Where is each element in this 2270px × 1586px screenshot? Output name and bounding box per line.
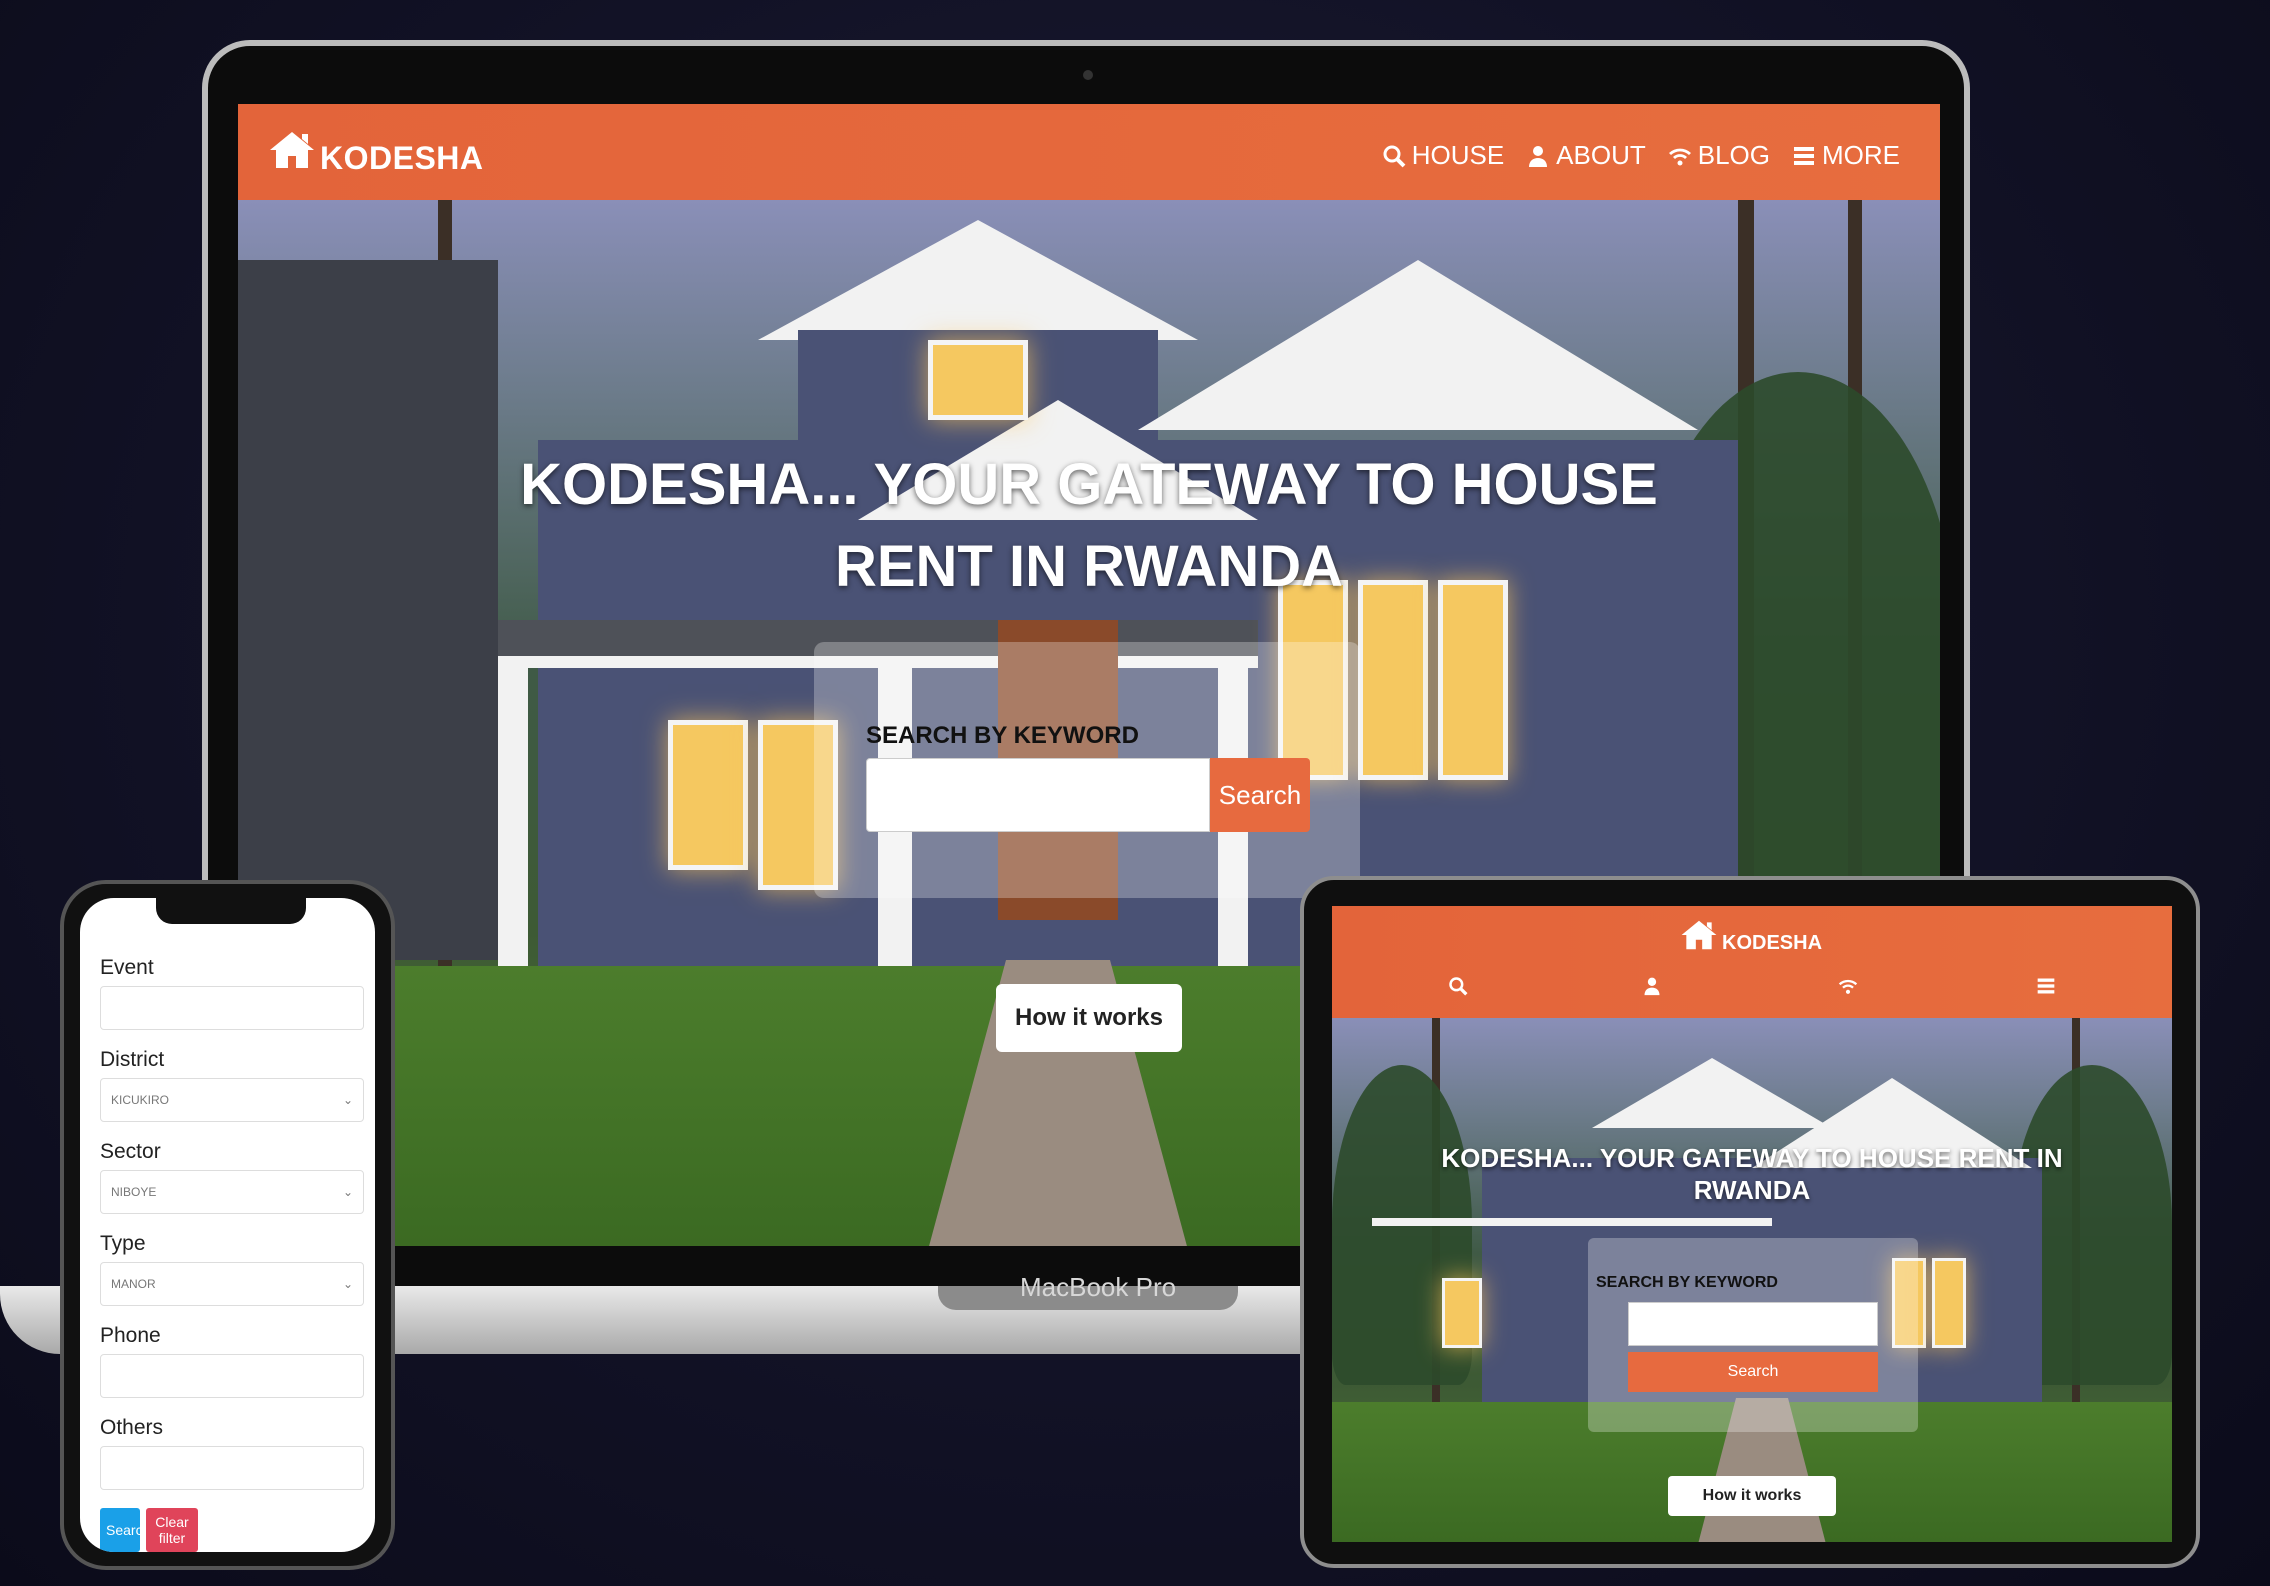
form-buttons: Search Clear filter <box>100 1508 364 1552</box>
logo-text: KODESHA <box>320 140 484 176</box>
district-select[interactable]: KICUKIRO ⌄ <box>100 1078 364 1122</box>
sector-select[interactable]: NIBOYE ⌄ <box>100 1170 364 1214</box>
district-label: District <box>100 1048 165 1071</box>
search-icon <box>1383 145 1406 167</box>
phone-field[interactable] <box>100 1354 364 1398</box>
laptop-brand-label: MacBook Pro <box>1020 1272 1177 1302</box>
tablet-navbar: KODESHA <box>1332 906 2172 1018</box>
camera-dot <box>1083 70 1093 80</box>
wifi-icon <box>1668 148 1691 165</box>
clear-filter-button[interactable]: Clear filter <box>146 1508 198 1552</box>
site-logo[interactable]: KODESHA <box>268 126 484 174</box>
tablet-search-input[interactable] <box>1628 1302 1878 1346</box>
nav-about[interactable]: ABOUT <box>1526 140 1646 171</box>
tablet-screen: KODESHA KODESHA... YOUR GATEWAY TO HOUSE… <box>1332 906 2172 1542</box>
search-label: SEARCH BY KEYWORD <box>866 722 1139 749</box>
search-panel: SEARCH BY KEYWORD Search <box>814 642 1360 898</box>
chevron-down-icon: ⌄ <box>342 1277 353 1291</box>
wifi-icon[interactable] <box>1838 976 1858 996</box>
nav-house[interactable]: HOUSE <box>1382 140 1504 171</box>
tablet-search-panel: SEARCH BY KEYWORD Search <box>1588 1238 1918 1432</box>
sector-label: Sector <box>100 1140 161 1163</box>
filter-form: Event District KICUKIRO ⌄ Sector NIBOYE ⌄ … <box>100 938 364 1552</box>
chevron-down-icon: ⌄ <box>342 1093 353 1107</box>
navbar: KODESHA HOUSE ABOUT BLOG MORE <box>238 104 1940 200</box>
type-label: Type <box>100 1232 146 1255</box>
how-it-works-button[interactable]: How it works <box>996 984 1182 1052</box>
chevron-down-icon: ⌄ <box>342 1185 353 1199</box>
event-field[interactable] <box>100 986 364 1030</box>
nav-blog[interactable]: BLOG <box>1668 140 1770 171</box>
nav-blog-label: BLOG <box>1697 140 1770 170</box>
nav-house-label: HOUSE <box>1411 140 1505 170</box>
event-label: Event <box>100 956 154 979</box>
search-input[interactable] <box>866 758 1210 832</box>
search-button[interactable]: Search <box>1210 758 1310 832</box>
phone-screen: Event District KICUKIRO ⌄ Sector NIBOYE ⌄ … <box>80 898 375 1552</box>
tablet-logo[interactable]: KODESHA <box>1680 916 1822 954</box>
tablet-frame: KODESHA KODESHA... YOUR GATEWAY TO HOUSE… <box>1300 876 2200 1568</box>
main-nav: HOUSE ABOUT BLOG MORE <box>1382 140 1900 171</box>
hero-title: KODESHA... YOUR GATEWAY TO HOUSE RENT IN… <box>520 452 1658 599</box>
menu-icon[interactable] <box>2036 976 2056 996</box>
nav-about-label: ABOUT <box>1556 140 1646 170</box>
house-icon <box>270 132 314 168</box>
type-select[interactable]: MANOR ⌄ <box>100 1262 364 1306</box>
district-value: KICUKIRO <box>111 1093 170 1107</box>
user-icon[interactable] <box>1642 976 1662 996</box>
house-icon <box>1681 920 1717 950</box>
tablet-search-label: SEARCH BY KEYWORD <box>1596 1274 1778 1291</box>
search-icon[interactable] <box>1448 976 1468 996</box>
phone-label: Phone <box>100 1324 161 1347</box>
menu-icon <box>1794 146 1814 165</box>
nav-more[interactable]: MORE <box>1792 140 1900 171</box>
user-icon <box>1529 145 1548 167</box>
others-label: Others <box>100 1416 164 1439</box>
tablet-hero-title: KODESHA... YOUR GATEWAY TO HOUSE RENT IN… <box>1441 1143 2063 1205</box>
filter-search-button[interactable]: Search <box>100 1508 150 1552</box>
nav-more-label: MORE <box>1822 140 1900 170</box>
tablet-logo-text: KODESHA <box>1722 932 1823 954</box>
others-field[interactable] <box>100 1446 364 1490</box>
tablet-search-button[interactable]: Search <box>1628 1352 1878 1392</box>
type-value: MANOR <box>111 1277 156 1291</box>
phone-frame: Event District KICUKIRO ⌄ Sector NIBOYE ⌄ … <box>60 880 395 1570</box>
sector-value: NIBOYE <box>111 1185 157 1199</box>
tablet-how-it-works-button[interactable]: How it works <box>1668 1476 1836 1516</box>
phone-notch <box>156 898 306 924</box>
